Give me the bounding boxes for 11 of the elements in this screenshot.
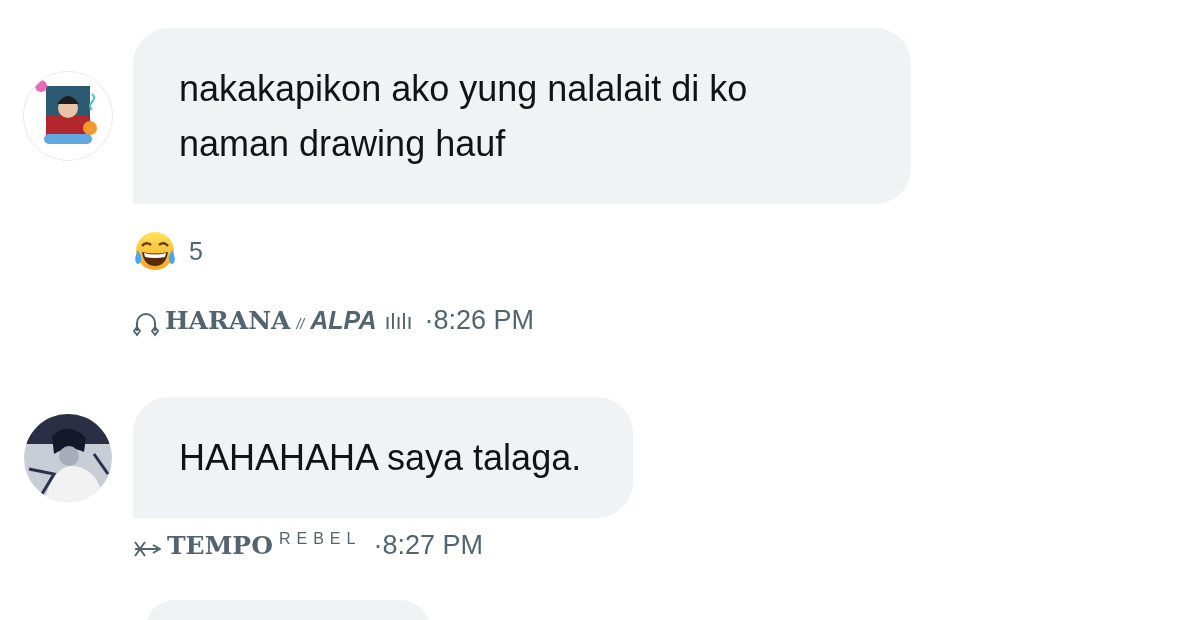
sender-name: ALPA (310, 306, 377, 335)
message-text: nakakapikon ako yung nalalait di ko naman drawing hauf (179, 67, 749, 166)
message-text: HAHAHAHA saya talaga. (179, 436, 582, 480)
reaction-count: 5 (189, 236, 203, 266)
timestamp: ·8:26 PM (424, 305, 535, 336)
sender-name: TEMPO (167, 531, 273, 560)
sender-name: ılılı (384, 309, 413, 335)
timestamp: ·8:27 PM (373, 530, 483, 561)
sender-name: HARANA (165, 306, 291, 335)
sender-name: REBEL (278, 530, 362, 548)
sender-name: // (296, 316, 305, 332)
